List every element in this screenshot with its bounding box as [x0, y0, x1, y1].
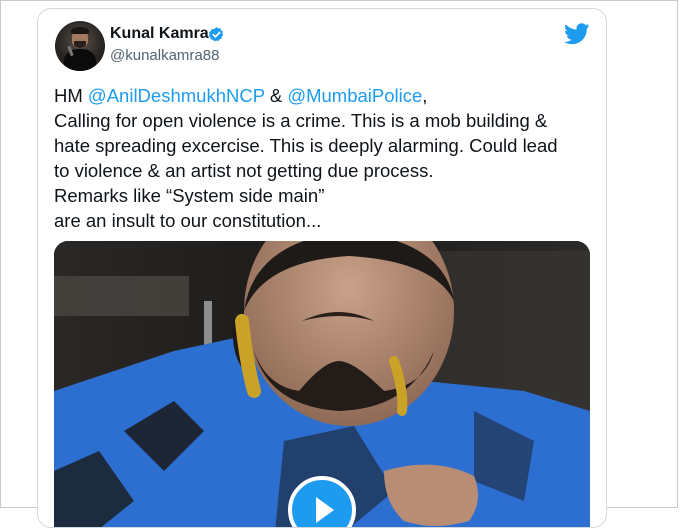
tweet-line-3: hate spreading excercise. This is deeply…	[54, 135, 558, 156]
tweet-line-6: are an insult to our constitution...	[54, 210, 322, 231]
twitter-bird-icon[interactable]	[564, 23, 590, 45]
play-icon	[316, 497, 334, 523]
avatar[interactable]	[55, 21, 105, 71]
verified-badge-icon	[208, 27, 224, 42]
tweet-text: HM @AnilDeshmukhNCP & @MumbaiPolice, Cal…	[54, 83, 599, 233]
play-button[interactable]	[288, 476, 356, 527]
tweet-line-5: Remarks like “System side main”	[54, 185, 325, 206]
tweet-line-1: HM @AnilDeshmukhNCP & @MumbaiPolice,	[54, 83, 599, 108]
tweet-prefix: HM	[54, 85, 88, 106]
avatar-hair	[71, 27, 89, 34]
mention-mumbaipolice[interactable]: @MumbaiPolice	[287, 85, 422, 106]
tweet-connector: &	[264, 85, 288, 106]
author-name[interactable]: Kunal Kamra	[110, 25, 209, 43]
avatar-beard	[74, 41, 86, 48]
tweet-card[interactable]: Kunal Kamra @kunalkamra88 HM @AnilDeshmu…	[37, 8, 607, 528]
mention-anildeshmukhncp[interactable]: @AnilDeshmukhNCP	[88, 85, 265, 106]
author-handle[interactable]: @kunalkamra88	[110, 47, 219, 64]
video-thumbnail[interactable]	[54, 241, 590, 527]
tweet-comma: ,	[422, 85, 428, 106]
tweet-line-2: Calling for open violence is a crime. Th…	[54, 110, 548, 131]
tweet-line-4: to violence & an artist not getting due …	[54, 160, 434, 181]
